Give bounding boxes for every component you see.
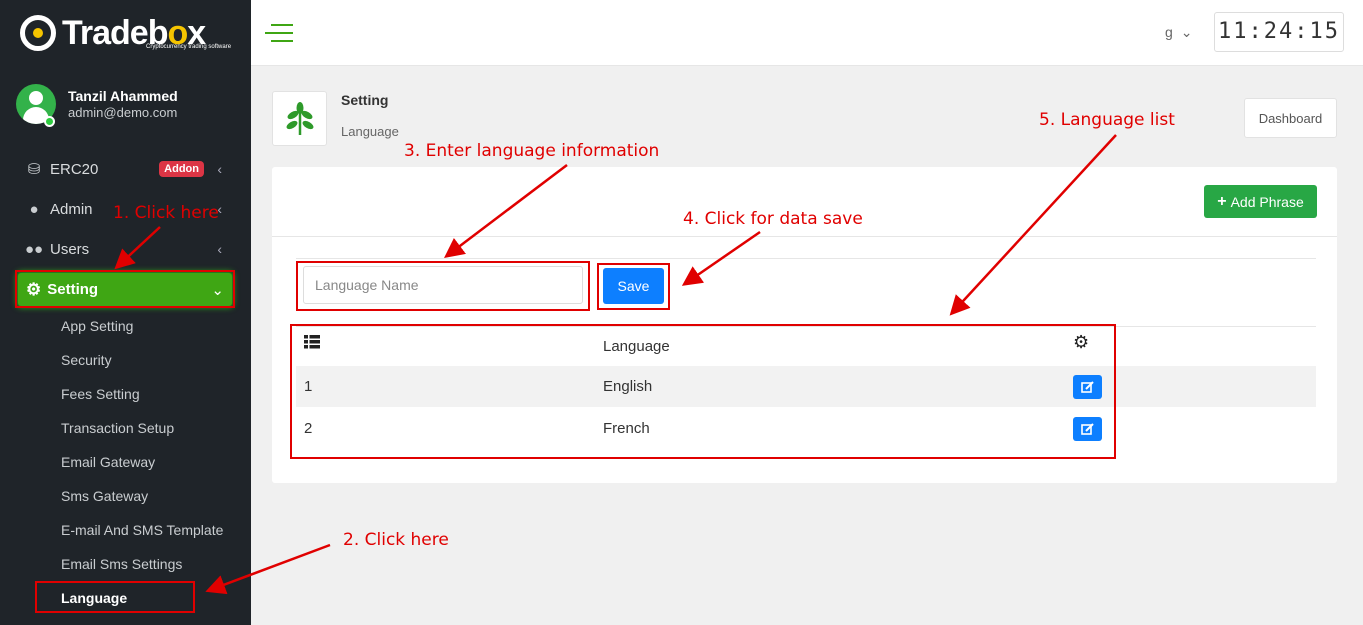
user-profile[interactable]: Tanzil Ahammed admin@demo.com (16, 84, 178, 124)
annotation-box-language (35, 581, 195, 613)
top-header: g ⌄ 11:24:15 (251, 0, 1363, 66)
sidebar-subitem-fees-setting[interactable]: Fees Setting (61, 386, 140, 402)
sidebar: Tradebox Cryptocurrency trading software… (0, 0, 251, 625)
annotation-box-setting (15, 270, 235, 308)
profile-name: Tanzil Ahammed (68, 88, 178, 104)
users-icon: ●● (24, 240, 44, 258)
sidebar-item-erc20[interactable]: ⛁ ERC20 Addon ‹ (24, 154, 224, 184)
annotation-4: 4. Click for data save (683, 209, 863, 229)
annotation-3: 3. Enter language information (404, 141, 660, 161)
annotation-box-save (597, 263, 670, 310)
brand-tagline: Cryptocurrency trading software (146, 44, 232, 50)
online-status-icon (44, 116, 55, 127)
chevron-left-icon: ‹ (217, 241, 222, 257)
page-subtitle: Language (341, 124, 399, 139)
clock-display: 11:24:15 (1214, 12, 1344, 52)
annotation-1: 1. Click here (113, 203, 219, 223)
sidebar-subitem-email-gateway[interactable]: Email Gateway (61, 454, 155, 470)
annotation-5: 5. Language list (1039, 110, 1175, 130)
leaf-icon (272, 91, 327, 146)
sidebar-subitem-email-sms-settings[interactable]: Email Sms Settings (61, 556, 182, 572)
chevron-left-icon: ‹ (217, 161, 222, 177)
addon-badge: Addon (159, 161, 204, 177)
plus-icon: + (1217, 192, 1227, 210)
menu-toggle-icon[interactable] (265, 24, 293, 48)
coins-icon: ⛁ (27, 161, 41, 178)
page-title: Setting (341, 92, 389, 108)
sidebar-subitem-email-sms-template[interactable]: E-mail And SMS Template (61, 522, 223, 538)
sidebar-subitem-transaction-setup[interactable]: Transaction Setup (61, 420, 174, 436)
annotation-box-input (296, 261, 590, 311)
sidebar-subitem-sms-gateway[interactable]: Sms Gateway (61, 488, 148, 504)
user-icon: ● (29, 200, 39, 218)
add-phrase-button[interactable]: + Add Phrase (1204, 185, 1317, 218)
sidebar-subitem-security[interactable]: Security (61, 352, 112, 368)
annotation-box-list (290, 324, 1116, 459)
dashboard-button[interactable]: Dashboard (1244, 98, 1337, 138)
chevron-down-icon: ⌄ (1180, 24, 1193, 40)
profile-email: admin@demo.com (68, 105, 178, 120)
sidebar-item-users[interactable]: ●● Users ‹ (24, 234, 224, 264)
sidebar-subitem-app-setting[interactable]: App Setting (61, 318, 133, 334)
logo-icon (20, 15, 56, 51)
annotation-2: 2. Click here (343, 530, 449, 550)
language-select[interactable]: g ⌄ (1165, 24, 1192, 41)
